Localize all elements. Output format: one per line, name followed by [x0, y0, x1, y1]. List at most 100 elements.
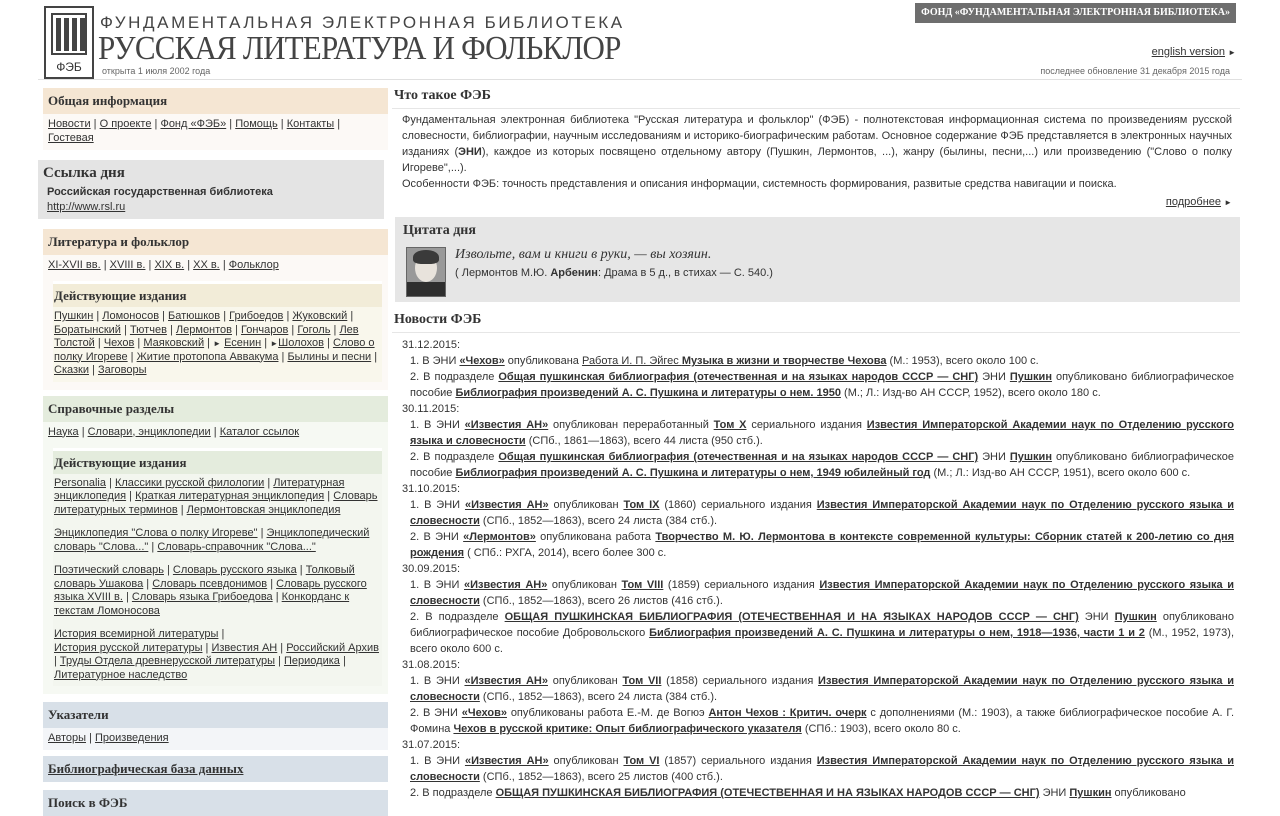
link-science[interactable]: Наука	[48, 426, 79, 438]
news-link[interactable]: Том VIII	[622, 579, 664, 591]
news-item: 2. В подразделе ОБЩАЯ ПУШКИНСКАЯ БИБЛИОГ…	[410, 611, 1234, 655]
news-date: 30.11.2015:	[402, 403, 460, 415]
edition-link[interactable]: Personalia	[54, 477, 106, 489]
link-folklore[interactable]: Фольклор	[229, 259, 279, 271]
news-link[interactable]: Чехов в русской критике: Опыт библиограф…	[453, 723, 801, 735]
news-link[interactable]: Том IX	[623, 499, 659, 511]
link-xi-xvii[interactable]: XI-XVII вв.	[48, 259, 101, 271]
link-works[interactable]: Произведения	[95, 732, 169, 744]
link-guestbook[interactable]: Гостевая	[48, 132, 94, 144]
edition-link[interactable]: Поэтический словарь	[54, 564, 164, 576]
edition-link[interactable]: Энциклопедия "Слова о полку Игореве"	[54, 527, 258, 539]
link-news[interactable]: Новости	[48, 118, 91, 130]
edition-link[interactable]: Периодика	[284, 655, 340, 667]
link-of-day-url[interactable]: http://www.rsl.ru	[47, 201, 125, 213]
edition-link[interactable]: Словарь русского языка	[173, 564, 297, 576]
edition-link[interactable]: Известия АН	[211, 642, 277, 654]
author-link[interactable]: Шолохов	[278, 337, 324, 349]
edition-link[interactable]: Российский Архив	[286, 642, 379, 654]
edition-link[interactable]: История всемирной литературы	[54, 628, 218, 640]
news-link[interactable]: Библиография произведений А. С. Пушкина …	[455, 387, 841, 399]
site-header: ФЭБ ФУНДАМЕНТАЛЬНАЯ ЭЛЕКТРОННАЯ БИБЛИОТЕ…	[38, 0, 1242, 84]
link-contacts[interactable]: Контакты	[287, 118, 335, 130]
author-link[interactable]: Сказки	[54, 364, 89, 376]
link-xviii[interactable]: XVIII в.	[110, 259, 146, 271]
edition-link[interactable]: Словарь-справочник "Слова..."	[157, 541, 315, 553]
author-link[interactable]: Жуковский	[292, 310, 347, 322]
news-link[interactable]: Работа И. П. Эйгес	[582, 355, 682, 367]
news-link[interactable]: «Известия АН»	[465, 755, 549, 767]
news-link[interactable]: «Известия АН»	[465, 499, 549, 511]
about-paragraph: ), каждое из которых посвящено отдельном…	[402, 146, 1232, 174]
news-link[interactable]: «Известия АН»	[464, 579, 547, 591]
news-link[interactable]: Пушкин	[1115, 611, 1157, 623]
link-of-day-panel: Ссылка дня Российская государственная би…	[38, 160, 384, 219]
biblio-db-link[interactable]: Библиографическая база данных	[48, 761, 243, 776]
link-fund[interactable]: Фонд «ФЭБ»	[160, 118, 226, 130]
author-link[interactable]: Ломоносов	[102, 310, 159, 322]
author-link[interactable]: Житие протопопа Аввакума	[137, 351, 279, 363]
link-dictionaries[interactable]: Словари, энциклопедии	[88, 426, 211, 438]
edition-link[interactable]: Краткая литературная энциклопедия	[135, 490, 324, 502]
lermontov-portrait	[406, 247, 446, 297]
link-authors[interactable]: Авторы	[48, 732, 86, 744]
news-link[interactable]: Общая пушкинская библиография (отечестве…	[498, 371, 978, 383]
link-catalog[interactable]: Каталог ссылок	[220, 426, 299, 438]
link-help[interactable]: Помощь	[235, 118, 278, 130]
author-link[interactable]: Тютчев	[130, 324, 167, 336]
more-link-wrap: подробнее ►	[392, 196, 1240, 208]
news-link[interactable]: Том VII	[622, 675, 661, 687]
news-link[interactable]: «Известия АН»	[465, 419, 549, 431]
link-about[interactable]: О проекте	[100, 118, 152, 130]
news-date: 31.10.2015:	[402, 483, 461, 495]
news-link[interactable]: «Чехов»	[462, 707, 507, 719]
feb-logo[interactable]: ФЭБ	[44, 6, 94, 79]
edition-link[interactable]: Словарь языка Грибоедова	[132, 591, 273, 603]
news-item: 1. В ЭНИ «Известия АН» опубликован Том I…	[410, 499, 1234, 527]
news-link[interactable]: Музыка в жизни и творчестве Чехова	[682, 355, 887, 367]
news-link[interactable]: Антон Чехов : Критич. очерк	[708, 707, 866, 719]
news-link[interactable]: Библиография произведений А. С. Пушкина …	[455, 467, 930, 479]
active-editions-title: Действующие издания	[53, 450, 382, 474]
author-link[interactable]: Гончаров	[241, 324, 288, 336]
news-link[interactable]: «Известия АН»	[464, 675, 548, 687]
edition-link[interactable]: Литературное наследство	[54, 669, 187, 681]
more-link[interactable]: подробнее	[1166, 196, 1221, 208]
fund-badge-link[interactable]: ФОНД «ФУНДАМЕНТАЛЬНАЯ ЭЛЕКТРОННАЯ БИБЛИО…	[915, 3, 1236, 23]
reference-links: Наука | Словари, энциклопедии | Каталог …	[48, 425, 300, 438]
edition-link[interactable]: Лермонтовская энциклопедия	[187, 504, 341, 516]
author-link[interactable]: Гоголь	[297, 324, 330, 336]
author-link[interactable]: Былины и песни	[287, 351, 371, 363]
author-link[interactable]: Заговоры	[98, 364, 147, 376]
link-xix[interactable]: XIX в.	[154, 259, 184, 271]
author-link[interactable]: Есенин	[224, 337, 261, 349]
author-link[interactable]: Лермонтов	[176, 324, 232, 336]
news-link[interactable]: Библиография произведений А. С. Пушкина …	[649, 627, 1145, 639]
author-link[interactable]: Чехов	[104, 337, 135, 349]
author-link[interactable]: Батюшков	[168, 310, 220, 322]
news-link[interactable]: Пушкин	[1069, 787, 1111, 799]
author-link[interactable]: Боратынский	[54, 324, 121, 336]
header-divider	[38, 79, 1242, 80]
news-link[interactable]: «Чехов»	[459, 355, 504, 367]
news-link[interactable]: Том X	[714, 419, 747, 431]
edition-link[interactable]: Словарь псевдонимов	[152, 578, 267, 590]
english-version-link[interactable]: english version	[1152, 46, 1225, 58]
edition-link[interactable]: Труды Отдела древнерусской литературы	[60, 655, 275, 667]
edition-link[interactable]: Классики русской филологии	[115, 477, 264, 489]
opened-date: открыта 1 июля 2002 года	[102, 66, 211, 76]
news-link[interactable]: Общая пушкинская библиография (отечестве…	[498, 451, 978, 463]
news-link[interactable]: ОБЩАЯ ПУШКИНСКАЯ БИБЛИОГРАФИЯ (ОТЕЧЕСТВЕ…	[505, 611, 1079, 623]
news-link[interactable]: Пушкин	[1010, 451, 1052, 463]
news-item: 1. В ЭНИ «Известия АН» опубликован Том V…	[410, 579, 1234, 607]
link-xx[interactable]: XX в.	[193, 259, 220, 271]
news-link[interactable]: Том VI	[623, 755, 659, 767]
edition-link[interactable]: История русской литературы	[54, 642, 203, 654]
author-link[interactable]: Маяковский	[143, 337, 204, 349]
page: ФЭБ ФУНДАМЕНТАЛЬНАЯ ЭЛЕКТРОННАЯ БИБЛИОТЕ…	[0, 0, 1280, 816]
news-link[interactable]: ОБЩАЯ ПУШКИНСКАЯ БИБЛИОГРАФИЯ (ОТЕЧЕСТВЕ…	[496, 787, 1040, 799]
author-link[interactable]: Пушкин	[54, 310, 93, 322]
author-link[interactable]: Грибоедов	[229, 310, 283, 322]
news-link[interactable]: «Лермонтов»	[463, 531, 536, 543]
news-link[interactable]: Пушкин	[1010, 371, 1052, 383]
